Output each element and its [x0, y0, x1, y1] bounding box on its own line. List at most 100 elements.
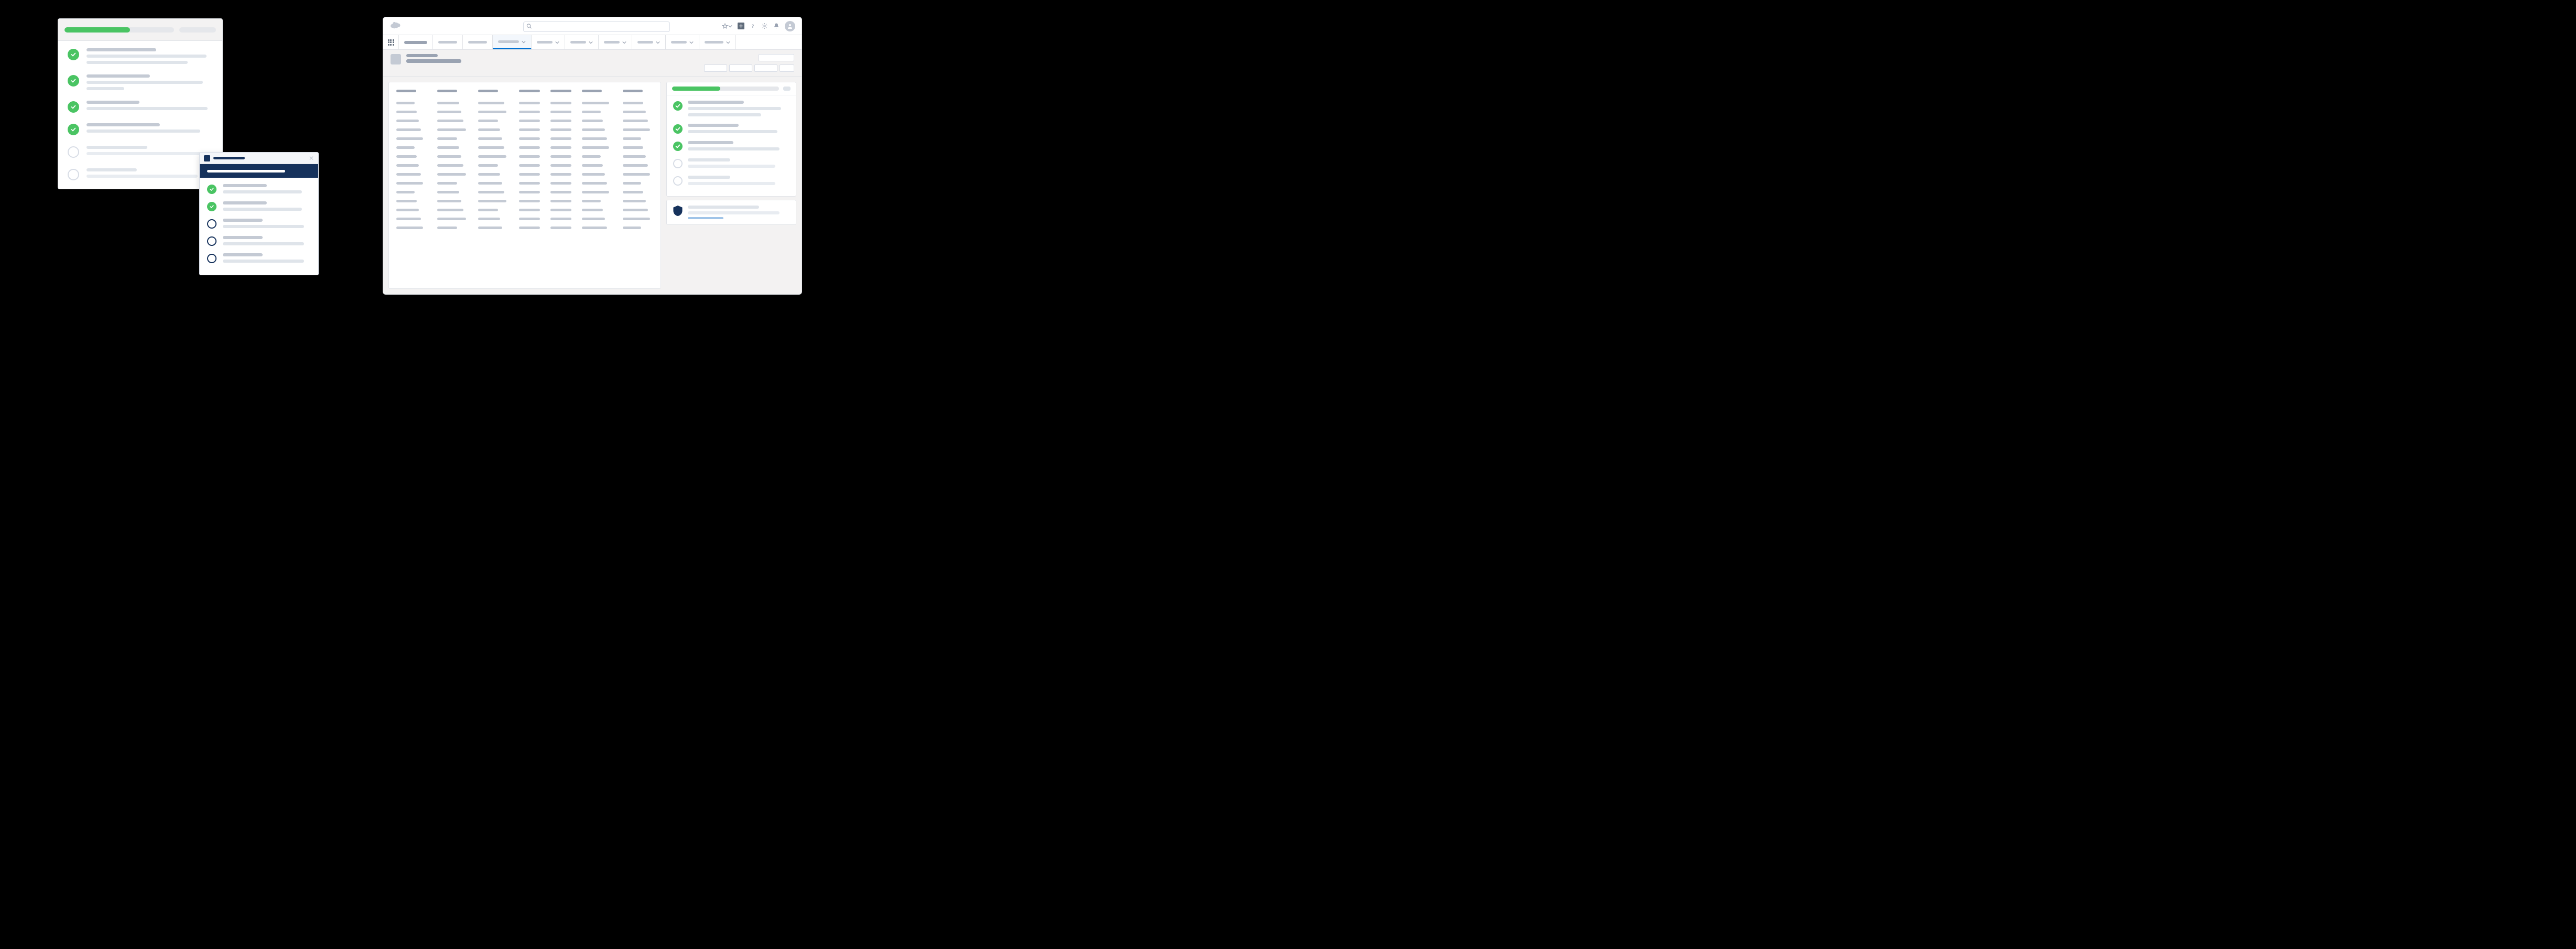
avatar[interactable]	[785, 21, 795, 31]
text-placeholder	[223, 225, 304, 228]
settings-icon[interactable]	[761, 23, 768, 29]
checklist-step[interactable]	[68, 74, 213, 90]
app-launcher[interactable]	[383, 35, 399, 49]
text-placeholder	[86, 168, 137, 171]
help-icon[interactable]: ?	[750, 23, 756, 29]
text-placeholder	[223, 184, 267, 187]
progress-bar-fill	[672, 87, 720, 91]
table-cell	[437, 209, 463, 211]
text-placeholder	[688, 176, 730, 179]
data-panel	[388, 82, 661, 289]
text-placeholder	[688, 130, 777, 133]
chevron-down-icon	[656, 40, 660, 45]
nav-tab[interactable]	[666, 35, 699, 49]
text-placeholder	[688, 101, 744, 104]
table-column	[396, 90, 427, 229]
nav-tab[interactable]	[632, 35, 666, 49]
record-type-label	[406, 54, 438, 57]
checklist-step[interactable]	[68, 168, 213, 180]
nav-tab-label	[498, 40, 519, 43]
nav-tab-label	[438, 41, 457, 44]
column-header	[550, 90, 571, 92]
checklist-step[interactable]	[68, 101, 213, 113]
circle-icon	[207, 254, 217, 263]
search-icon	[526, 23, 532, 29]
check-circle-icon	[673, 101, 683, 111]
table-cell	[582, 128, 605, 131]
text-placeholder	[86, 61, 188, 64]
checklist-step[interactable]	[68, 123, 213, 135]
check-circle-icon	[207, 185, 217, 194]
action-button[interactable]	[754, 64, 777, 72]
table-cell	[396, 182, 423, 185]
checklist-step[interactable]	[673, 158, 789, 168]
nav-tab-label	[537, 41, 553, 44]
nav-tab[interactable]	[433, 35, 463, 49]
table-cell	[396, 209, 419, 211]
checklist-step[interactable]	[207, 253, 311, 263]
table-cell	[623, 137, 641, 140]
page-actions	[704, 54, 794, 72]
checklist-step[interactable]	[207, 184, 311, 194]
global-search[interactable]	[523, 20, 670, 32]
chevron-down-icon	[522, 40, 526, 44]
column-header	[437, 90, 457, 92]
table-cell	[519, 182, 540, 185]
table-cell	[582, 227, 607, 229]
action-button[interactable]	[780, 64, 794, 72]
table-cell	[519, 102, 540, 104]
checklist-step[interactable]	[68, 146, 213, 158]
table-cell	[550, 227, 571, 229]
table-cell	[396, 111, 417, 113]
modal-card: ✕	[199, 152, 319, 275]
checklist-step[interactable]	[673, 101, 789, 116]
table-cell	[478, 146, 504, 149]
checklist-step[interactable]	[673, 124, 789, 134]
nav-tab[interactable]	[532, 35, 565, 49]
text-placeholder	[223, 253, 263, 256]
header-actions: ?	[722, 21, 795, 31]
main-area	[383, 77, 802, 294]
checklist-step[interactable]	[207, 201, 311, 211]
search-input[interactable]	[523, 21, 670, 32]
checklist-step[interactable]	[673, 176, 789, 186]
checklist-step[interactable]	[68, 48, 213, 64]
add-icon[interactable]	[738, 23, 744, 29]
progress-label-placeholder	[783, 87, 791, 91]
text-placeholder	[86, 152, 205, 155]
table-cell	[519, 146, 540, 149]
circle-icon	[68, 169, 79, 180]
nav-tab[interactable]	[599, 35, 632, 49]
notifications-icon[interactable]	[773, 23, 780, 29]
table-cell	[550, 120, 571, 122]
table-cell	[623, 111, 646, 113]
checklist-step[interactable]	[207, 236, 311, 246]
table-cell	[437, 182, 457, 185]
nav-tab[interactable]	[699, 35, 736, 49]
nav-tab[interactable]	[463, 35, 493, 49]
nav-tab[interactable]	[493, 35, 532, 49]
text-placeholder	[86, 87, 124, 90]
salesforce-logo[interactable]	[389, 21, 401, 31]
table-cell	[519, 209, 540, 211]
record-titles	[406, 54, 461, 63]
checklist-step[interactable]	[673, 141, 789, 151]
nav-tab[interactable]	[565, 35, 599, 49]
text-placeholder	[223, 219, 263, 222]
close-icon[interactable]: ✕	[309, 155, 314, 162]
circle-icon	[207, 236, 217, 246]
action-button[interactable]	[729, 64, 752, 72]
table-column	[519, 90, 540, 229]
footer-link[interactable]	[688, 217, 723, 219]
text-placeholder	[223, 260, 304, 263]
circle-icon	[207, 219, 217, 229]
checklist-step[interactable]	[207, 219, 311, 229]
table-cell	[623, 164, 648, 167]
check-circle-icon	[68, 75, 79, 87]
favorites-icon[interactable]	[722, 23, 732, 29]
table-cell	[582, 137, 607, 140]
table-cell	[550, 155, 571, 158]
progress-bar-fill	[64, 27, 130, 33]
action-button[interactable]	[704, 64, 727, 72]
action-button[interactable]	[759, 54, 794, 61]
